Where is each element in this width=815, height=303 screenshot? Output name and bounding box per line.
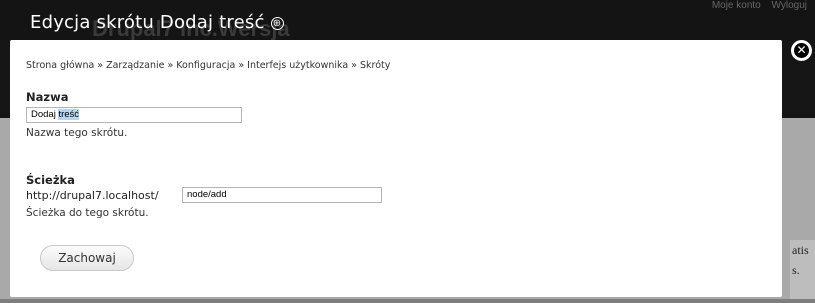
- breadcrumb-user-interface[interactable]: Interfejs użytkownika: [247, 60, 348, 71]
- path-description: Ścieżka do tego skrótu.: [26, 207, 149, 219]
- breadcrumb-separator: »: [351, 60, 357, 71]
- breadcrumb-configuration[interactable]: Konfiguracja: [176, 60, 235, 71]
- close-glyph: ✕: [794, 43, 809, 58]
- breadcrumb-shortcuts[interactable]: Skróty: [360, 60, 390, 71]
- background-sidebar: atis s.: [790, 240, 815, 303]
- breadcrumb-separator: »: [97, 60, 104, 71]
- name-description: Nazwa tego skrótu.: [26, 127, 128, 139]
- name-input-value: Dodaj: [31, 109, 59, 120]
- name-input-selection: treść: [58, 109, 80, 120]
- breadcrumb-separator: »: [238, 60, 245, 71]
- breadcrumb-separator: »: [167, 60, 174, 71]
- overlay-title: Edycja skrótu Dodaj treść ⊕: [30, 12, 284, 33]
- background-sidebar-line: s.: [792, 263, 800, 277]
- breadcrumb: Strona główna» Zarządzanie» Konfiguracja» I…: [26, 60, 390, 71]
- overlay-dialog: Strona główna» Zarządzanie» Konfiguracja» I…: [10, 40, 782, 297]
- background-footer: [0, 299, 815, 303]
- background-sidebar-line: atis: [792, 243, 809, 257]
- breadcrumb-home[interactable]: Strona główna: [26, 60, 94, 71]
- path-label: Ścieżka: [26, 173, 75, 187]
- name-input[interactable]: Dodaj treść: [26, 107, 242, 123]
- save-button[interactable]: Zachowaj: [40, 245, 134, 271]
- add-shortcut-icon[interactable]: ⊕: [270, 17, 284, 30]
- logout-link[interactable]: Wyloguj: [772, 0, 807, 11]
- path-prefix: http://drupal7.localhost/: [26, 189, 159, 202]
- breadcrumb-administration[interactable]: Zarządzanie: [106, 60, 164, 71]
- path-input[interactable]: node/add: [182, 187, 382, 203]
- close-icon[interactable]: ✕: [791, 40, 812, 61]
- my-account-link[interactable]: Moje konto: [712, 0, 761, 11]
- name-label: Nazwa: [26, 90, 69, 104]
- background-account-links: Moje konto Wyloguj: [704, 0, 807, 11]
- overlay-title-text: Edycja skrótu Dodaj treść: [30, 12, 265, 33]
